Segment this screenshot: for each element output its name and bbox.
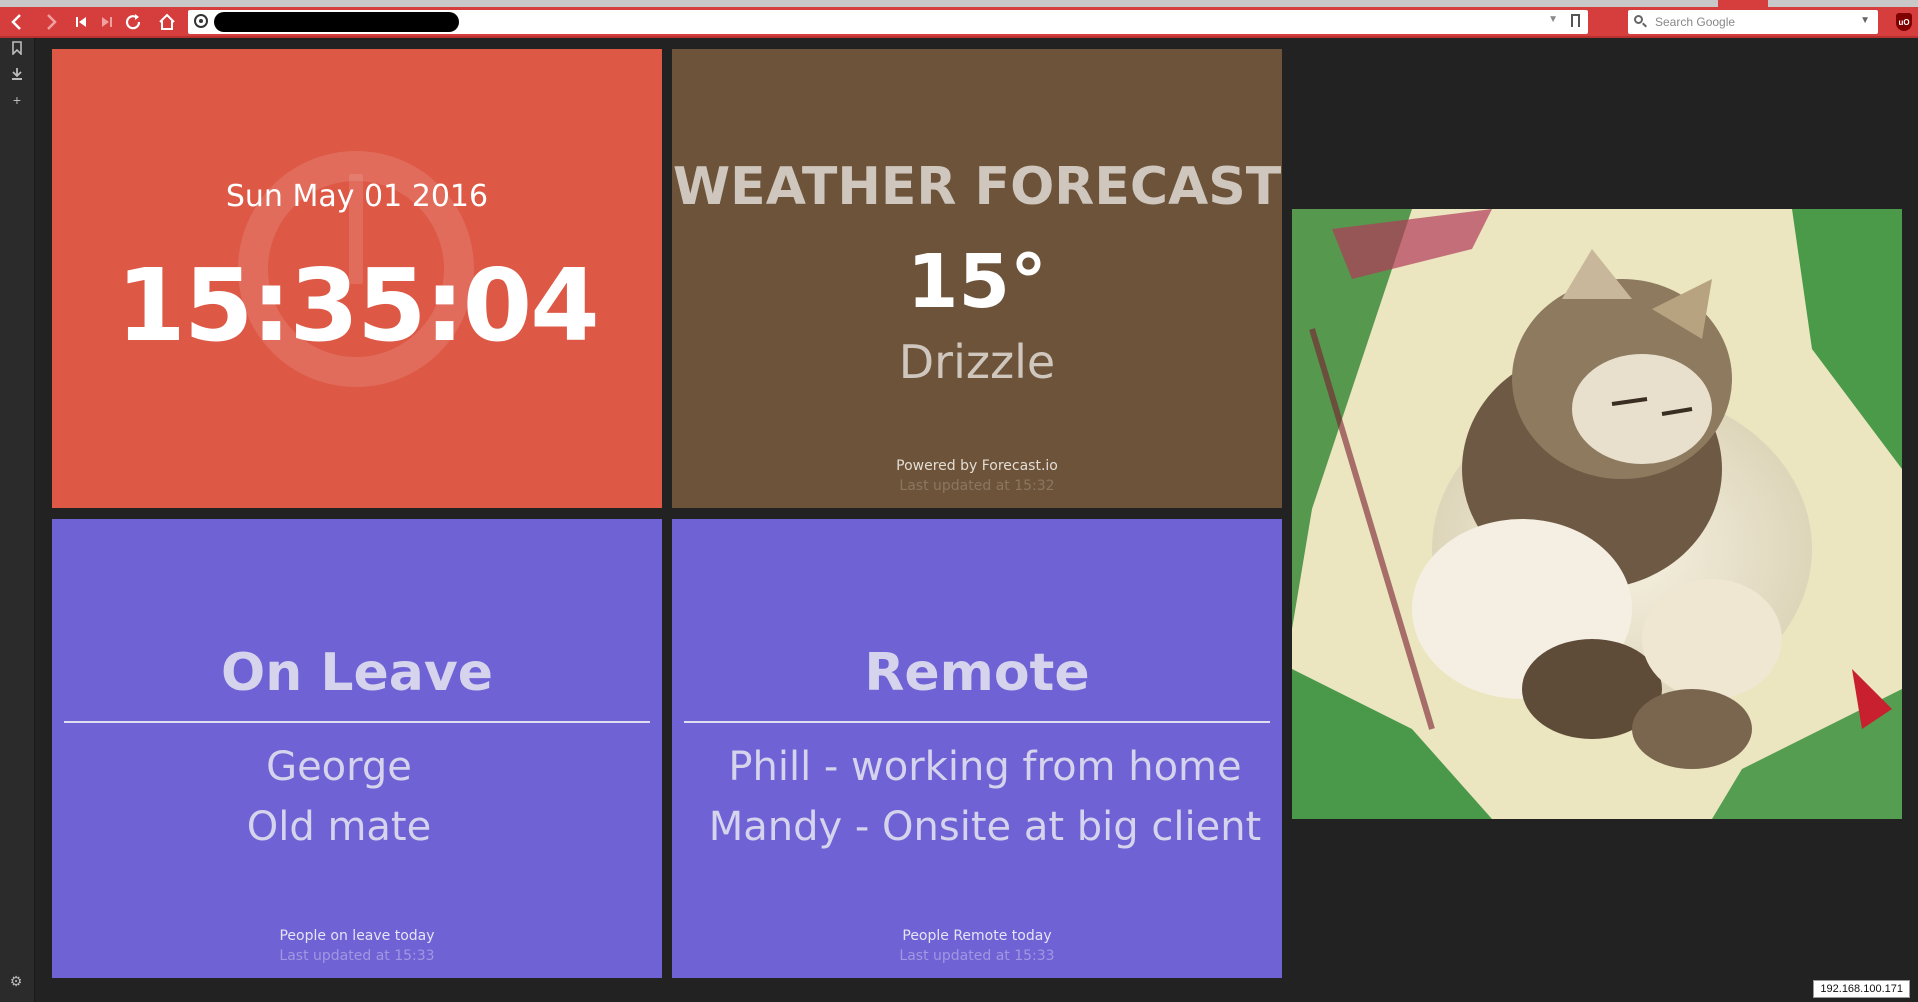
bookmark-icon[interactable]: [1571, 14, 1580, 27]
search-field[interactable]: Search Google ▼: [1628, 10, 1878, 34]
site-info-icon[interactable]: [194, 14, 208, 28]
reload-icon[interactable]: [120, 10, 146, 34]
tab-strip: [0, 0, 1918, 7]
remote-title: Remote: [864, 643, 1090, 703]
remote-list: Phill - working from home Mandy - Onsite…: [680, 737, 1290, 857]
weather-updated: Last updated at 15:32: [899, 478, 1055, 494]
weather-condition: Drizzle: [898, 335, 1056, 389]
list-item: Phill - working from home: [728, 744, 1242, 790]
on-leave-list: George Old mate: [34, 737, 644, 857]
forward-arrow-icon[interactable]: [38, 10, 64, 34]
search-engine-dropdown-icon[interactable]: ▼: [1860, 15, 1870, 26]
ublock-icon[interactable]: uO: [1893, 10, 1915, 34]
clock-date: Sun May 01 2016: [225, 179, 489, 214]
redacted-url: [214, 12, 459, 32]
status-bar-ip: 192.168.100.171: [1813, 980, 1910, 998]
browser-sidebar: +: [0, 38, 35, 1002]
kitten-illustration: [1292, 209, 1902, 819]
list-item: George: [266, 744, 412, 790]
on-leave-widget: On Leave George Old mate People on leave…: [52, 519, 662, 978]
weather-widget: WEATHER FORECAST 15° Drizzle Powered by …: [672, 49, 1282, 508]
plus-icon[interactable]: +: [7, 90, 27, 110]
bookmarks-icon[interactable]: [7, 38, 27, 58]
on-leave-updated: Last updated at 15:33: [279, 948, 435, 964]
search-placeholder: Search Google: [1655, 15, 1736, 29]
remote-divider: [684, 721, 1270, 723]
kitten-photo: [1292, 209, 1902, 819]
ublock-shield: uO: [1896, 13, 1912, 31]
on-leave-title: On Leave: [221, 643, 493, 703]
rewind-icon[interactable]: [68, 10, 94, 34]
clock-time: 15:35:04: [116, 247, 599, 364]
clock-widget: Sun May 01 2016 15:35:04: [52, 49, 662, 508]
history-dropdown-icon[interactable]: ▼: [1548, 14, 1558, 25]
on-leave-caption: People on leave today: [279, 928, 435, 944]
fastforward-icon[interactable]: [94, 10, 120, 34]
remote-widget: Remote Phill - working from home Mandy -…: [672, 519, 1282, 978]
downloads-icon[interactable]: [7, 64, 27, 84]
list-item: Mandy - Onsite at big client: [708, 804, 1262, 850]
list-item: Old mate: [246, 804, 432, 850]
weather-title: WEATHER FORECAST: [672, 157, 1282, 217]
browser-toolbar: ▼ Search Google ▼ uO: [0, 7, 1918, 38]
weather-attribution: Powered by Forecast.io: [896, 458, 1058, 474]
weather-temperature: 15°: [907, 239, 1047, 325]
address-bar[interactable]: ▼: [188, 10, 1588, 34]
search-icon: [1634, 15, 1643, 24]
back-arrow-icon[interactable]: [4, 10, 30, 34]
gear-icon[interactable]: ⚙: [8, 973, 24, 989]
home-icon[interactable]: [154, 10, 180, 34]
remote-caption: People Remote today: [902, 928, 1052, 944]
on-leave-divider: [64, 721, 650, 723]
remote-updated: Last updated at 15:33: [899, 948, 1055, 964]
active-tab[interactable]: [1718, 0, 1768, 7]
